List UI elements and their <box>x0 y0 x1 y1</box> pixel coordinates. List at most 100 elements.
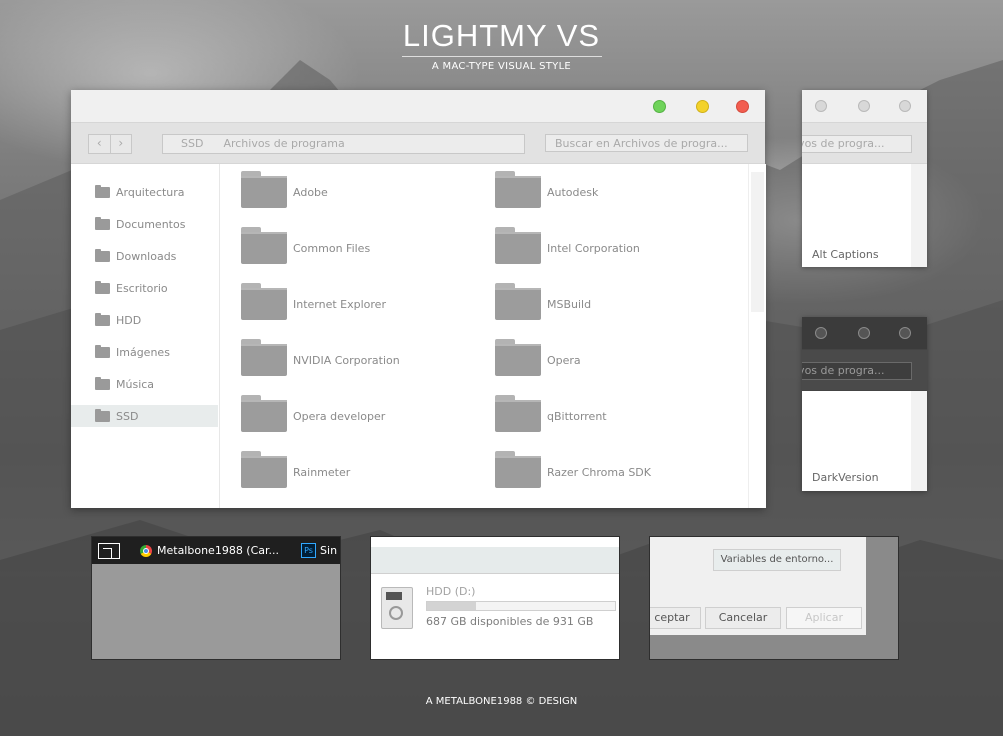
window-toolbar: ‹ › SSD Archivos de programa Buscar en Ar… <box>71 122 765 164</box>
alt-captions-preview: ivos de progra... Alt Captions <box>802 90 927 267</box>
nav-buttons: ‹ › <box>88 134 132 154</box>
drive-top <box>371 537 619 547</box>
window-titlebar[interactable] <box>71 90 765 122</box>
folder-icon <box>495 395 541 432</box>
sidebar-item-musica[interactable]: Música <box>71 373 218 395</box>
title-divider <box>401 56 602 57</box>
vertical-scrollbar[interactable] <box>748 164 766 508</box>
apply-button: Aplicar <box>786 607 862 629</box>
sidebar-item-imagenes[interactable]: Imágenes <box>71 341 218 363</box>
dialog-preview: Variables de entorno... ceptar Cancelar … <box>649 536 899 660</box>
folder-icon <box>241 171 287 208</box>
folder-icon <box>495 451 541 488</box>
preview-titlebar <box>802 90 927 122</box>
taskbar-preview-body <box>92 564 340 659</box>
folder-icon <box>241 283 287 320</box>
folder-item[interactable]: Opera developer <box>241 395 385 432</box>
folder-icon <box>241 395 287 432</box>
sidebar-item-hdd[interactable]: HDD <box>71 309 218 331</box>
drive-header <box>371 547 619 574</box>
folder-item[interactable]: Intel Corporation <box>495 227 640 264</box>
caption-button <box>815 327 827 339</box>
cancel-button[interactable]: Cancelar <box>705 607 781 629</box>
search-input[interactable]: Buscar en Archivos de progra... <box>545 134 748 152</box>
folder-item[interactable]: Rainmeter <box>241 451 350 488</box>
folder-item[interactable]: qBittorrent <box>495 395 607 432</box>
taskbar-chrome-title[interactable]: Metalbone1988 (Car... <box>157 544 279 557</box>
folder-icon <box>95 216 110 230</box>
drive-free-space: 687 GB disponibles de 931 GB <box>426 615 594 628</box>
ok-button[interactable]: ceptar <box>650 607 701 629</box>
folder-icon <box>241 339 287 376</box>
folder-icon <box>95 344 110 358</box>
drive-usage-bar <box>426 601 616 611</box>
environment-variables-button[interactable]: Variables de entorno... <box>713 549 841 571</box>
sidebar-item-documentos[interactable]: Documentos <box>71 213 218 235</box>
maximize-button[interactable] <box>653 100 666 113</box>
folder-icon <box>241 227 287 264</box>
folder-icon <box>495 339 541 376</box>
folder-item[interactable]: MSBuild <box>495 283 591 320</box>
folder-icon <box>95 408 110 422</box>
taskbar: Metalbone1988 (Car... Ps Sin <box>92 537 340 564</box>
folder-item[interactable]: Razer Chroma SDK <box>495 451 651 488</box>
page-subtitle: A MAC-TYPE VISUAL STYLE <box>431 61 572 72</box>
folder-item[interactable]: Adobe <box>241 171 328 208</box>
preview-search: ivos de progra... <box>802 362 912 380</box>
photoshop-icon: Ps <box>301 543 317 558</box>
folder-icon <box>95 248 110 262</box>
footer-credit: A METALBONE1988 © DESIGN <box>425 696 578 707</box>
folder-icon <box>95 312 110 326</box>
preview-caption: Alt Captions <box>812 248 879 261</box>
explorer-window: ‹ › SSD Archivos de programa Buscar en Ar… <box>71 90 766 508</box>
scrollbar-thumb[interactable] <box>751 172 764 312</box>
preview-toolbar: ivos de progra... <box>802 122 927 164</box>
folder-item[interactable]: Common Files <box>241 227 370 264</box>
folder-icon <box>95 376 110 390</box>
preview-search: ivos de progra... <box>802 135 912 153</box>
page-title: LIGHTMY VS <box>402 18 601 53</box>
folder-item[interactable]: Autodesk <box>495 171 598 208</box>
close-button[interactable] <box>736 100 749 113</box>
drive-usage-fill <box>427 602 476 610</box>
start-icon[interactable] <box>98 542 120 559</box>
breadcrumb-root[interactable]: SSD <box>181 137 203 150</box>
drive-preview: HDD (D:) 687 GB disponibles de 931 GB <box>370 536 620 660</box>
minimize-button[interactable] <box>696 100 709 113</box>
sidebar-item-downloads[interactable]: Downloads <box>71 245 218 267</box>
folder-icon <box>495 171 541 208</box>
caption-button <box>815 100 827 112</box>
folder-icon <box>241 451 287 488</box>
preview-caption: DarkVersion <box>812 471 879 484</box>
folder-icon <box>95 184 110 198</box>
sidebar-item-escritorio[interactable]: Escritorio <box>71 277 218 299</box>
folder-item[interactable]: Opera <box>495 339 581 376</box>
drive-name: HDD (D:) <box>426 585 476 598</box>
caption-button <box>899 327 911 339</box>
forward-button[interactable]: › <box>111 135 132 153</box>
page-header: LIGHTMY VS A MAC-TYPE VISUAL STYLE <box>0 18 1003 72</box>
sidebar: Arquitectura Documentos Downloads Escrit… <box>71 164 220 508</box>
chrome-icon <box>140 544 152 557</box>
breadcrumb-folder[interactable]: Archivos de programa <box>223 137 344 150</box>
address-bar[interactable]: SSD Archivos de programa <box>162 134 525 154</box>
folder-icon <box>495 283 541 320</box>
folder-item[interactable]: Internet Explorer <box>241 283 386 320</box>
sidebar-item-ssd[interactable]: SSD <box>71 405 218 427</box>
hard-drive-icon <box>381 587 413 629</box>
folder-item[interactable]: NVIDIA Corporation <box>241 339 400 376</box>
folder-icon <box>95 280 110 294</box>
caption-button <box>858 100 870 112</box>
caption-button <box>858 327 870 339</box>
preview-scrollbar <box>911 391 927 491</box>
preview-titlebar <box>802 317 927 349</box>
sidebar-item-arquitectura[interactable]: Arquitectura <box>71 181 218 203</box>
back-button[interactable]: ‹ <box>89 135 111 153</box>
dialog-panel: Variables de entorno... ceptar Cancelar … <box>650 537 866 635</box>
preview-toolbar: ivos de progra... <box>802 349 927 391</box>
dark-version-preview: ivos de progra... DarkVersion <box>802 317 927 491</box>
taskbar-ps-title[interactable]: Sin <box>320 544 337 557</box>
preview-scrollbar <box>911 164 927 267</box>
caption-button <box>899 100 911 112</box>
folder-icon <box>495 227 541 264</box>
